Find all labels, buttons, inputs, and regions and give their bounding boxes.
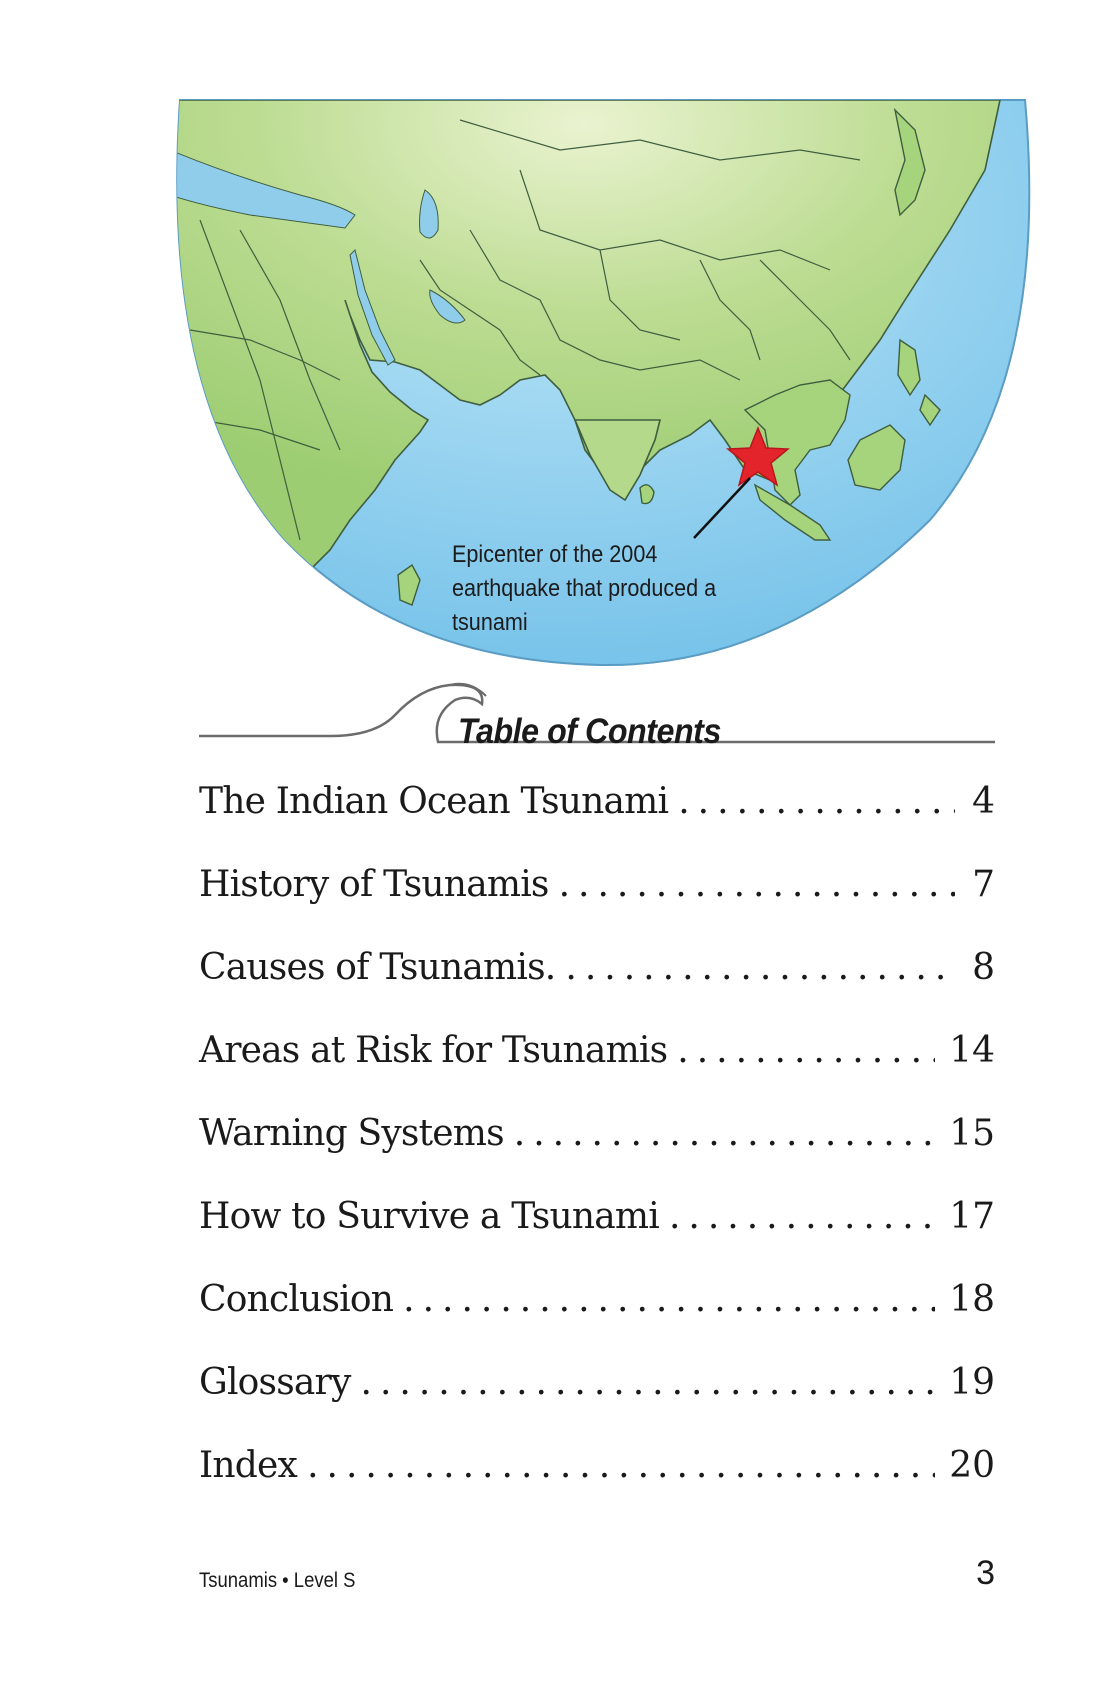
- toc-leader-dots: ........................................…: [307, 1445, 935, 1486]
- toc-entry-title: Causes of Tsunamis.: [199, 947, 556, 988]
- toc-entry-title: Glossary: [199, 1362, 351, 1403]
- toc-entry[interactable]: History of Tsunamis ....................…: [199, 864, 995, 947]
- toc-entry-page: 4: [972, 781, 995, 822]
- toc-entry-title: Areas at Risk for Tsunamis: [199, 1030, 668, 1071]
- toc-entry-page: 17: [949, 1196, 995, 1237]
- toc-entry-page: 20: [949, 1445, 995, 1486]
- toc-entry-title: How to Survive a Tsunami: [199, 1196, 660, 1237]
- toc-entry-page: 18: [949, 1279, 995, 1320]
- toc-entry[interactable]: Conclusion .............................…: [199, 1279, 995, 1362]
- toc-entry-page: 7: [972, 864, 995, 905]
- toc-leader-dots: ........................................…: [558, 864, 955, 905]
- toc-entry[interactable]: Glossary ...............................…: [199, 1362, 995, 1445]
- toc-entry[interactable]: Areas at Risk for Tsunamis .............…: [199, 1030, 995, 1113]
- toc-title: Table of Contents: [458, 712, 721, 751]
- toc-entry-title: Conclusion: [199, 1279, 394, 1320]
- toc-entry-title: History of Tsunamis: [199, 864, 549, 905]
- toc-entry[interactable]: How to Survive a Tsunami ...............…: [199, 1196, 995, 1279]
- toc-list: The Indian Ocean Tsunami ...............…: [199, 781, 995, 1528]
- toc-entry[interactable]: The Indian Ocean Tsunami ...............…: [199, 781, 995, 864]
- toc-leader-dots: ........................................…: [360, 1362, 936, 1403]
- toc-entry-title: Warning Systems: [199, 1113, 505, 1154]
- toc-leader-dots: ........................................…: [678, 781, 955, 822]
- toc-entry-page: 15: [949, 1113, 995, 1154]
- map-caption: Epicenter of the 2004 earthquake that pr…: [452, 541, 717, 636]
- toc-leader-dots: ........................................…: [668, 1196, 935, 1237]
- toc-entry[interactable]: Index ..................................…: [199, 1445, 995, 1528]
- toc-entry-page: 19: [949, 1362, 995, 1403]
- toc-entry[interactable]: Causes of Tsunamis. ....................…: [199, 947, 995, 1030]
- toc-leader-dots: ........................................…: [565, 947, 955, 988]
- toc-entry-page: 8: [972, 947, 995, 988]
- toc-entry-page: 14: [949, 1030, 995, 1071]
- toc-leader-dots: ........................................…: [677, 1030, 935, 1071]
- toc-entry[interactable]: Warning Systems ........................…: [199, 1113, 995, 1196]
- toc-leader-dots: ........................................…: [513, 1113, 935, 1154]
- toc-entry-title: Index: [199, 1445, 298, 1486]
- toc-entry-title: The Indian Ocean Tsunami: [199, 781, 669, 822]
- footer-book-title: Tsunamis • Level S: [199, 1569, 356, 1592]
- toc-leader-dots: ........................................…: [403, 1279, 935, 1320]
- footer-page-number: 3: [976, 1554, 995, 1592]
